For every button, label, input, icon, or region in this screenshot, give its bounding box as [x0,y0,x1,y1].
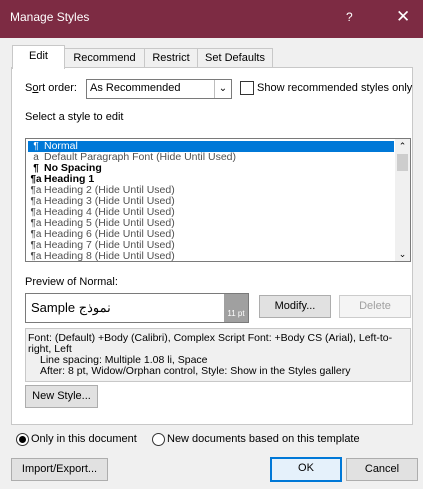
style-list-item[interactable]: ¶a Heading 8 (Hide Until Used) [28,251,394,262]
select-style-label: Select a style to edit [25,111,124,123]
scroll-up-icon[interactable]: ⌃ [395,139,410,153]
paragraph-style-icon: ¶ [33,141,39,152]
linked-style-icon: ¶a [30,251,42,262]
style-description: Font: (Default) +Body (Calibri), Complex… [25,328,411,382]
description-line-4: After: 8 pt, Widow/Orphan control, Style… [40,365,351,377]
linked-style-icon: ¶a [30,196,42,207]
chevron-down-icon[interactable]: ⌄ [214,80,231,98]
tab-recommend-label: Recommend [73,52,136,64]
new-style-button[interactable]: New Style... [25,385,98,408]
import-export-button[interactable]: Import/Export... [11,458,108,481]
only-this-document-radio[interactable] [16,433,29,446]
show-recommended-label[interactable]: Show recommended styles only [257,82,412,94]
style-name: Heading 8 (Hide Until Used) [44,250,175,262]
only-this-document-label[interactable]: Only in this document [31,433,137,445]
title-bar: Manage Styles ? ✕ [0,0,423,38]
ok-button[interactable]: OK [270,457,342,482]
paragraph-style-icon: ¶ [33,163,39,174]
font-size-badge: 11 pt [224,294,248,322]
modify-button[interactable]: Modify... [259,295,331,318]
preview-sample: Sample نموذج [31,300,111,315]
linked-style-icon: ¶a [30,218,42,229]
close-button[interactable]: ✕ [396,7,410,27]
tab-restrict[interactable]: Restrict [144,48,198,68]
linked-style-icon: ¶a [30,229,42,240]
preview-label: Preview of Normal: [25,276,118,288]
linked-style-icon: ¶a [30,207,42,218]
styles-scrollbar[interactable]: ⌃ ⌄ [395,139,410,261]
tab-edit[interactable]: Edit [12,45,65,69]
delete-button[interactable]: Delete [339,295,411,318]
linked-style-icon: ¶a [30,240,42,251]
styles-list[interactable]: ¶ Normal a Default Paragraph Font (Hide Unt… [25,138,411,262]
tab-restrict-label: Restrict [152,52,190,64]
sort-order-select[interactable]: As Recommended ⌄ [86,79,232,99]
preview-box: Sample نموذج 11 pt [25,293,249,323]
scroll-down-icon[interactable]: ⌄ [395,247,410,261]
linked-style-icon: ¶a [30,185,42,196]
tab-recommend[interactable]: Recommend [64,48,145,68]
tab-set-defaults-label: Set Defaults [205,52,265,64]
window-title: Manage Styles [10,10,90,24]
tab-set-defaults[interactable]: Set Defaults [197,48,273,68]
new-documents-label[interactable]: New documents based on this template [167,433,360,445]
sort-order-label: Sort order: [25,82,77,94]
scroll-thumb[interactable] [397,154,408,171]
radio-dot-icon [19,436,26,443]
character-style-icon: a [33,152,39,163]
linked-style-icon: ¶a [30,174,42,185]
help-button[interactable]: ? [346,10,353,24]
sort-order-value: As Recommended [90,82,181,94]
description-line-1: Font: (Default) +Body (Calibri), Complex… [28,332,393,344]
tab-edit-label: Edit [29,50,48,62]
cancel-button[interactable]: Cancel [346,458,418,481]
show-recommended-checkbox[interactable] [240,81,254,95]
new-documents-radio[interactable] [152,433,165,446]
